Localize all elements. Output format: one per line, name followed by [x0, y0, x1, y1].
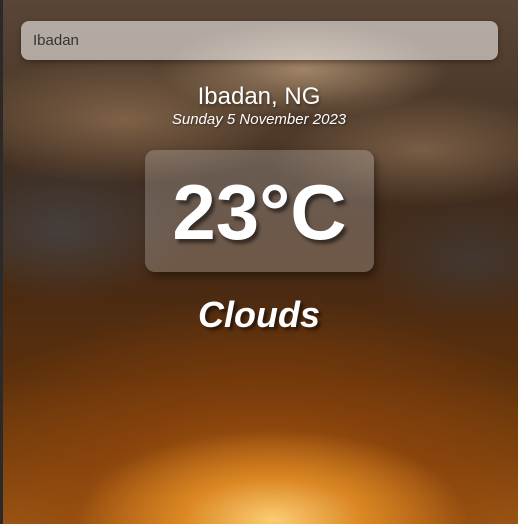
temperature-value: 23°C [172, 168, 347, 256]
search-input[interactable] [21, 21, 498, 60]
weather-app: Ibadan, NG Sunday 5 November 2023 23°C C… [0, 0, 518, 524]
weather-condition: Clouds [198, 294, 320, 335]
current-date: Sunday 5 November 2023 [171, 111, 347, 128]
location-name: Ibadan, NG [197, 83, 321, 110]
